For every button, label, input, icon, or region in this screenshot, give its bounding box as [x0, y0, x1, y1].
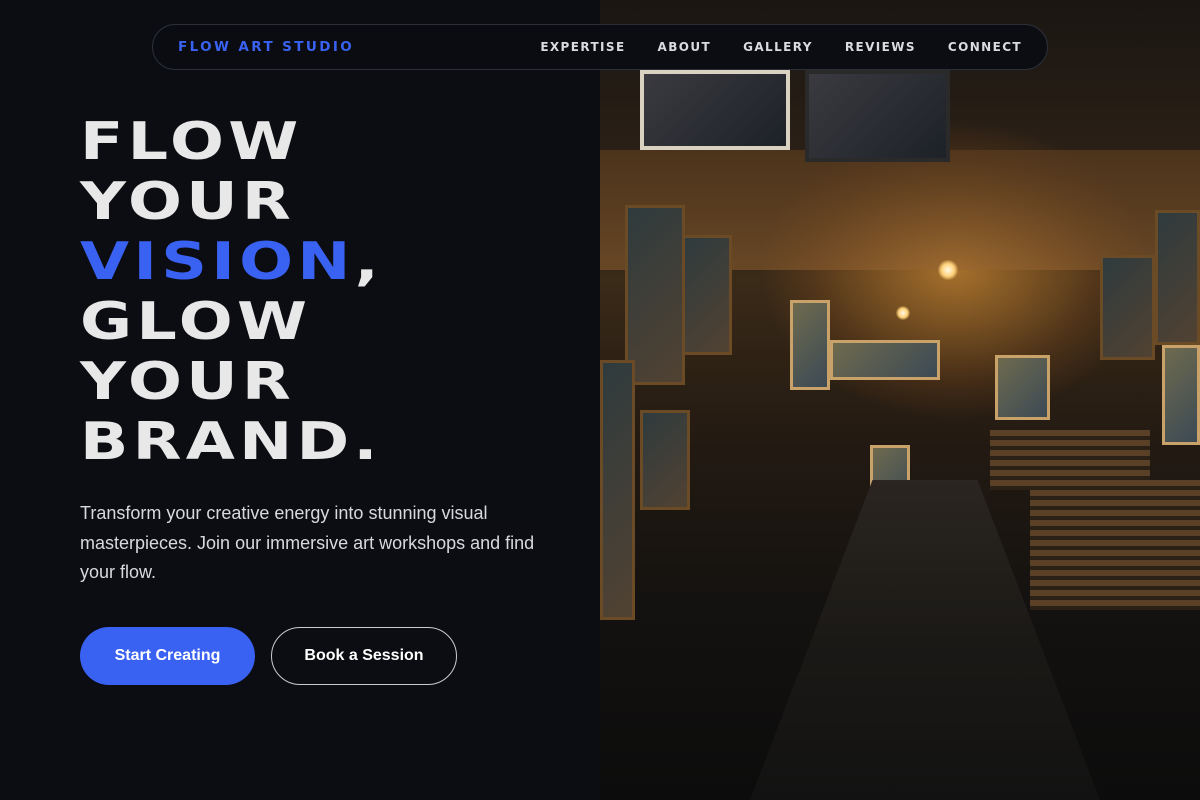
navbar: FLOW ART STUDIO EXPERTISE ABOUT GALLERY …	[152, 24, 1048, 70]
light-bulb-icon	[938, 260, 958, 280]
hero-title-line: GLOW	[80, 292, 312, 352]
photo-frame	[1155, 210, 1200, 345]
photo-frame	[830, 340, 940, 380]
book-session-button[interactable]: Book a Session	[271, 627, 457, 685]
photo-frame	[995, 355, 1050, 420]
hero-title: FLOW YOUR VISION, GLOW YOUR BRAND.	[80, 112, 383, 472]
photo-frame	[790, 300, 830, 390]
light-bulb-icon	[896, 306, 910, 320]
nav-link-connect[interactable]: CONNECT	[948, 40, 1022, 54]
nav-link-reviews[interactable]: REVIEWS	[845, 40, 916, 54]
brand-logo[interactable]: FLOW ART STUDIO	[178, 39, 354, 55]
hero-title-line: BRAND.	[80, 412, 382, 472]
hero-title-comma: ,	[354, 232, 384, 292]
nav-link-expertise[interactable]: EXPERTISE	[540, 40, 625, 54]
photo-canvas-stack	[1030, 480, 1200, 610]
hero-title-line: YOUR	[80, 172, 296, 232]
photo-frame	[805, 70, 950, 162]
hero-title-line: FLOW	[80, 112, 303, 172]
hero-title-line: YOUR	[80, 352, 296, 412]
photo-frame	[1162, 345, 1200, 445]
hero-title-line: VISION,	[80, 232, 383, 292]
nav-link-gallery[interactable]: GALLERY	[743, 40, 813, 54]
photo-frame	[625, 205, 685, 385]
photo-frame	[640, 410, 690, 510]
hero-title-accent: VISION	[80, 232, 355, 292]
photo-frame	[1100, 255, 1155, 360]
photo-frame	[640, 70, 790, 150]
nav-links: EXPERTISE ABOUT GALLERY REVIEWS CONNECT	[540, 40, 1022, 54]
photo-frame	[682, 235, 732, 355]
photo-frame	[600, 360, 635, 620]
nav-link-about[interactable]: ABOUT	[658, 40, 712, 54]
start-creating-button[interactable]: Start Creating	[80, 627, 255, 685]
hero-subtitle: Transform your creative energy into stun…	[80, 503, 535, 582]
art-gallery-photo	[600, 0, 1200, 800]
